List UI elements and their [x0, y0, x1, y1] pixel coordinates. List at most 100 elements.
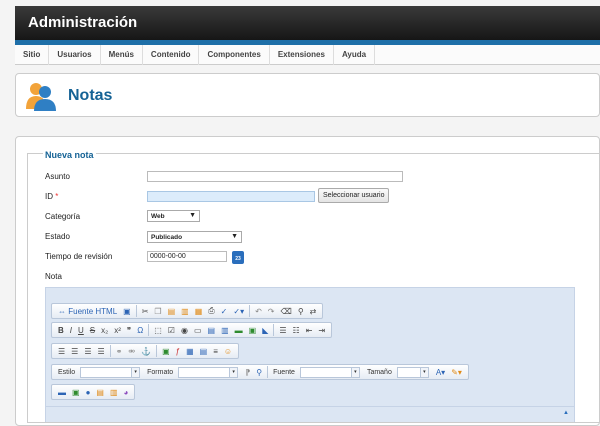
outdent-icon[interactable]: ⇤ [303, 323, 316, 337]
page-break-icon[interactable]: ≡ [210, 344, 221, 358]
hidden-field-icon[interactable]: ◣ [259, 323, 271, 337]
horizontal-rule-icon[interactable]: ▤ [197, 344, 211, 358]
menu-item-componentes[interactable]: Componentes [199, 45, 270, 65]
estilo-combo[interactable]: ▾ [80, 366, 141, 378]
categoria-label: Categoría [45, 212, 81, 221]
template-icon[interactable]: ▤ [93, 385, 107, 399]
formato-combo[interactable]: ▾ [178, 366, 239, 378]
textarea-icon[interactable]: ▤ [205, 323, 219, 337]
tiempo-input[interactable]: 0000-00-00 [147, 251, 227, 262]
print-icon[interactable]: ⎙ [205, 304, 217, 318]
menu-item-usuarios[interactable]: Usuarios [49, 45, 101, 65]
combo-arrow-icon: ▾ [229, 366, 239, 378]
eraser-icon[interactable]: ⌫ [278, 304, 295, 318]
toolbar-separator [249, 305, 251, 317]
preview-icon[interactable]: ▥ [107, 385, 121, 399]
blockquote-icon[interactable]: ❞ [124, 323, 134, 337]
editor-toolbar-row-3: ☰ ☰ ☰ ☰ ⚭ ⚮ ⚓ ▣ ƒ ▦ ▤ ≡ ☺ [51, 343, 240, 359]
menu-item-ayuda[interactable]: Ayuda [334, 45, 376, 65]
unlink-icon[interactable]: ⚮ [125, 344, 138, 358]
find-icon[interactable]: ⚲ [295, 304, 307, 318]
textfield-icon[interactable]: ▭ [191, 323, 205, 337]
redo-icon[interactable]: ↷ [265, 304, 278, 318]
spellcheck-icon[interactable]: ✓ [218, 304, 231, 318]
zoom-icon[interactable]: ⚲ [253, 365, 265, 379]
calendar-icon[interactable]: 23 [232, 251, 244, 264]
combo-arrow-icon: ▾ [419, 366, 429, 378]
admin-title: Administración [28, 14, 138, 31]
link-icon[interactable]: ⚭ [113, 344, 126, 358]
formato-label: Formato [147, 368, 174, 376]
strike-icon[interactable]: S [87, 323, 98, 337]
bg-color-icon[interactable]: ✎▾ [448, 365, 465, 379]
indent-icon[interactable]: ⇥ [315, 323, 328, 337]
estado-select[interactable]: Publicado ▼ [147, 231, 242, 243]
editor-toolbar-row-4: Estilo ▾ Formato ▾ ⁋ ⚲ Fuente ▾ Tamaño ▾… [51, 364, 469, 380]
about-icon[interactable]: ● [83, 385, 94, 399]
align-left-icon[interactable]: ☰ [55, 344, 68, 358]
menu-item-menus[interactable]: Menús [101, 45, 143, 65]
toolbar-separator [109, 345, 111, 357]
fieldset-legend: Nueva nota [43, 150, 96, 160]
main-menu: Sitio Usuarios Menús Contenido Component… [15, 45, 600, 65]
admin-header: Administración [15, 6, 600, 40]
underline-icon[interactable]: U [75, 323, 87, 337]
replace-icon[interactable]: ⇄ [307, 304, 320, 318]
table-icon[interactable]: ▦ [183, 344, 197, 358]
select-field-icon[interactable]: ▥ [218, 323, 232, 337]
show-blocks-icon[interactable]: ⁋ [242, 365, 253, 379]
collapse-toolbar-icon[interactable]: ▲ [563, 410, 569, 416]
copy-icon[interactable]: ❐ [151, 304, 164, 318]
paste-text-icon[interactable]: ▥ [178, 304, 192, 318]
undo-icon[interactable]: ↶ [252, 304, 265, 318]
save-icon[interactable]: ▣ [120, 304, 134, 318]
fuente-combo[interactable]: ▾ [299, 366, 360, 378]
special-char-icon[interactable]: Ω [134, 323, 146, 337]
estado-value: Publicado [151, 234, 183, 241]
superscript-icon[interactable]: x² [111, 323, 124, 337]
quote-icon[interactable]: ▬ [55, 385, 69, 399]
select-user-button[interactable]: Seleccionar usuario [318, 188, 390, 203]
anchor-icon[interactable]: ⚓ [138, 344, 154, 358]
image-button-icon[interactable]: ▣ [246, 323, 260, 337]
div-icon[interactable]: ▣ [69, 385, 83, 399]
categoria-value: Web [151, 213, 165, 220]
categoria-select[interactable]: Web ▼ [147, 210, 200, 222]
bulleted-list-icon[interactable]: ☷ [290, 323, 303, 337]
align-center-icon[interactable]: ☰ [68, 344, 81, 358]
scayt-icon[interactable]: ✓▾ [230, 304, 247, 318]
id-label-text: ID [45, 192, 53, 201]
tamano-combo[interactable]: ▾ [396, 366, 429, 378]
checkbox-icon[interactable]: ☑ [165, 323, 178, 337]
asunto-input[interactable] [147, 171, 403, 182]
numbered-list-icon[interactable]: ☰ [276, 323, 289, 337]
subscript-icon[interactable]: x₂ [98, 323, 111, 337]
justify-icon[interactable]: ☰ [95, 344, 108, 358]
paste-word-icon[interactable]: ▦ [192, 304, 206, 318]
combo-arrow-icon: ▾ [131, 366, 141, 378]
image-icon[interactable]: ▣ [159, 344, 173, 358]
color-wheel-icon[interactable]: ◕ [121, 385, 132, 399]
source-html-icon[interactable]: ⇔ Fuente HTML [55, 304, 120, 318]
radio-icon[interactable]: ◉ [178, 323, 191, 337]
cut-icon[interactable]: ✂ [139, 304, 152, 318]
editor-content-area[interactable] [46, 406, 574, 422]
form-icon[interactable]: ⬚ [151, 323, 165, 337]
toolbar-separator [156, 345, 158, 357]
flash-icon[interactable]: ƒ [173, 344, 183, 358]
bold-icon[interactable]: B [55, 323, 67, 337]
italic-icon[interactable]: I [67, 323, 75, 337]
paste-icon[interactable]: ▤ [165, 304, 179, 318]
text-color-icon[interactable]: A▾ [433, 365, 448, 379]
menu-item-extensiones[interactable]: Extensiones [270, 45, 334, 65]
tiempo-label: Tiempo de revisión [45, 252, 113, 261]
smiley-icon[interactable]: ☺ [221, 344, 235, 358]
id-input[interactable] [147, 191, 315, 202]
button-field-icon[interactable]: ▬ [232, 323, 246, 337]
menu-item-contenido[interactable]: Contenido [143, 45, 200, 65]
align-right-icon[interactable]: ☰ [81, 344, 94, 358]
toolbar-separator [148, 324, 150, 336]
menu-item-sitio[interactable]: Sitio [15, 45, 50, 65]
dropdown-arrow-icon: ▼ [189, 212, 196, 219]
nota-label: Nota [45, 272, 62, 281]
